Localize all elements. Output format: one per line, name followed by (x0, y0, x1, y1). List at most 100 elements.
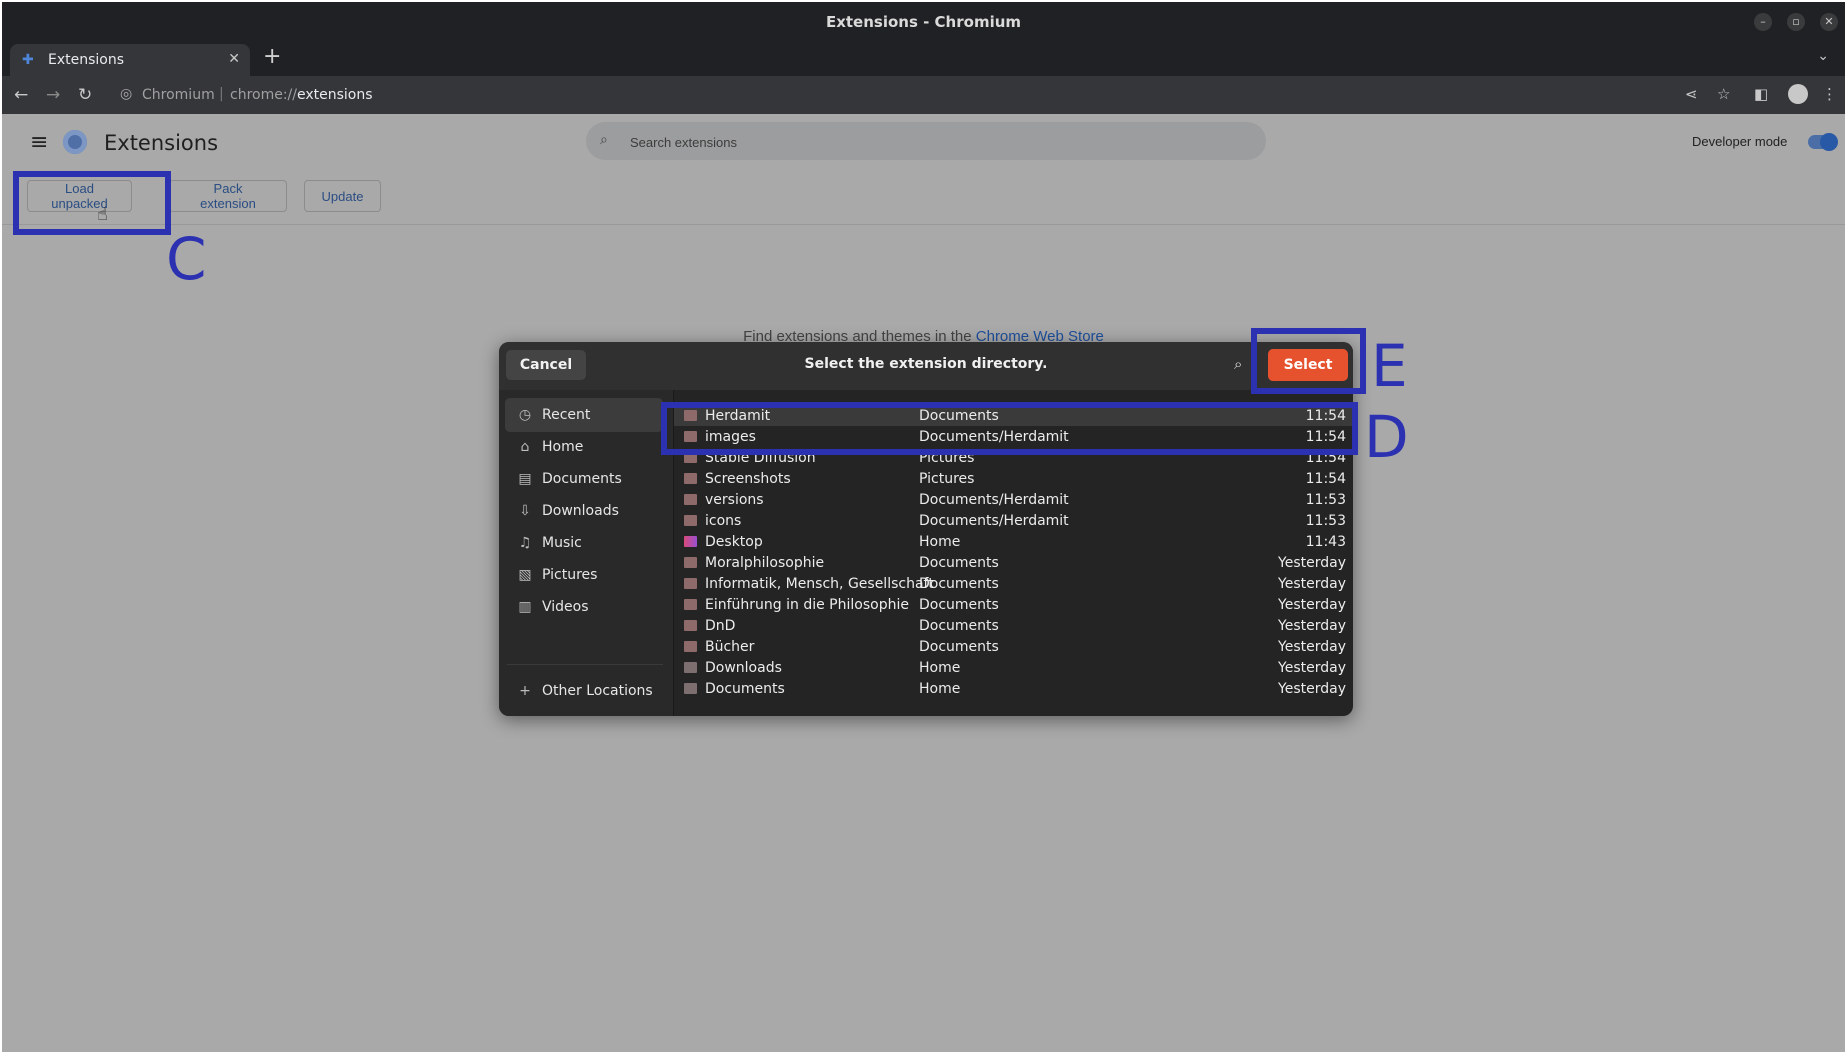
place-label: Recent (542, 407, 591, 423)
url-host: extensions (297, 87, 373, 103)
new-tab-icon[interactable]: + (263, 44, 281, 69)
file-row[interactable]: Downloads Home Yesterday (674, 657, 1353, 678)
annotation-label-d: D (1364, 403, 1409, 471)
developer-mode-label: Developer mode (1692, 134, 1788, 149)
profile-avatar[interactable] (1788, 84, 1808, 104)
places-sidebar: ◷ Recent ⌂ Home ▤ Documents ⇩ Downloads … (499, 390, 674, 716)
file-location: Documents (919, 576, 999, 592)
reload-icon[interactable]: ↻ (78, 85, 92, 105)
window-title: Extensions - Chromium (825, 13, 1022, 31)
file-name: Desktop (705, 534, 763, 550)
extensions-toolbar: Load unpacked Pack extension Update (2, 170, 1845, 225)
annotation-label-e: E (1371, 332, 1408, 400)
file-name: icons (705, 513, 742, 529)
site-info-icon[interactable]: ◎ (120, 86, 132, 102)
address-separator: | (219, 86, 224, 102)
bookmark-star-icon[interactable]: ☆ (1717, 85, 1730, 103)
folder-icon (684, 599, 697, 610)
search-icon[interactable]: ⌕ (1234, 355, 1242, 373)
hamburger-menu-icon[interactable]: ≡ (30, 130, 48, 155)
page-title: Extensions (104, 131, 219, 155)
file-time: 11:54 (1305, 471, 1346, 487)
file-name: Moralphilosophie (705, 555, 825, 571)
file-row[interactable]: Documents Home Yesterday (674, 678, 1353, 699)
tab-extensions[interactable]: ✚ Extensions ✕ (10, 44, 250, 76)
document-icon: ▤ (518, 471, 532, 487)
file-row[interactable]: Moralphilosophie Documents Yesterday (674, 552, 1353, 573)
file-row[interactable]: Einführung in die Philosophie Documents … (674, 594, 1353, 615)
chromium-logo-icon (63, 130, 87, 154)
place-label: Videos (542, 599, 589, 615)
place-label: Pictures (542, 567, 598, 583)
address-bar[interactable]: ◎ Chromium | chrome://extensions (116, 81, 1676, 109)
file-location: Home (919, 660, 961, 676)
place-pictures[interactable]: ▧ Pictures (505, 558, 663, 592)
back-icon[interactable]: ← (14, 85, 28, 105)
download-icon: ⇩ (519, 503, 531, 519)
file-location: Documents (919, 555, 999, 571)
place-videos[interactable]: ▥ Videos (505, 590, 663, 624)
clock-icon: ◷ (518, 407, 532, 423)
file-chooser-dialog: Cancel Select the extension directory. ⌕… (499, 342, 1353, 716)
developer-mode-toggle[interactable] (1808, 133, 1838, 151)
plus-icon: + (519, 683, 531, 699)
share-icon[interactable]: ⋖ (1685, 85, 1698, 103)
tab-label: Extensions (48, 52, 125, 68)
file-row[interactable]: versions Documents/Herdamit 11:53 (674, 489, 1353, 510)
file-time: Yesterday (1278, 555, 1346, 571)
menu-dots-icon[interactable]: ⋮ (1822, 85, 1837, 103)
toggle-knob (1820, 133, 1838, 151)
file-location: Documents/Herdamit (919, 492, 1069, 508)
folder-icon (684, 557, 697, 568)
chevron-down-icon[interactable]: ⌄ (1817, 48, 1829, 64)
file-time: 11:53 (1305, 492, 1346, 508)
file-row[interactable]: Bücher Documents Yesterday (674, 636, 1353, 657)
restore-icon[interactable]: ▫ (1787, 13, 1805, 31)
minimize-icon[interactable]: – (1754, 13, 1772, 31)
tab-close-icon[interactable]: ✕ (228, 51, 240, 67)
sidebar-divider (507, 664, 663, 665)
search-extensions-box[interactable]: ⌕ (586, 122, 1266, 160)
address-url[interactable]: chrome://extensions (230, 87, 373, 103)
file-name: Bücher (705, 639, 755, 655)
place-recent[interactable]: ◷ Recent (505, 398, 663, 432)
file-name: Downloads (705, 660, 782, 676)
picture-icon: ▧ (518, 567, 532, 583)
annotation-label-c: C (166, 225, 207, 293)
file-row[interactable]: DnD Documents Yesterday (674, 615, 1353, 636)
url-prefix: chrome:// (230, 87, 297, 103)
dialog-header: Cancel Select the extension directory. ⌕… (499, 342, 1353, 390)
place-other-locations[interactable]: + Other Locations (505, 674, 663, 708)
place-downloads[interactable]: ⇩ Downloads (505, 494, 663, 528)
file-name: Informatik, Mensch, Gesellschaft (705, 576, 934, 592)
file-time: Yesterday (1278, 576, 1346, 592)
music-icon: ♫ (518, 535, 532, 551)
close-window-icon[interactable]: ✕ (1820, 13, 1838, 31)
update-button[interactable]: Update (304, 180, 381, 212)
folder-icon (684, 473, 697, 484)
place-home[interactable]: ⌂ Home (505, 430, 663, 464)
file-time: Yesterday (1278, 660, 1346, 676)
browser-toolbar: ← → ↻ ◎ Chromium | chrome://extensions ⋖… (2, 76, 1845, 114)
file-name: versions (705, 492, 764, 508)
place-music[interactable]: ♫ Music (505, 526, 663, 560)
file-row[interactable]: Desktop Home 11:43 (674, 531, 1353, 552)
title-bar: Extensions - Chromium – ▫ ✕ (2, 2, 1845, 40)
side-panel-icon[interactable]: ◧ (1754, 85, 1768, 103)
annotation-box-c (13, 171, 171, 235)
place-documents[interactable]: ▤ Documents (505, 462, 663, 496)
pack-extension-button[interactable]: Pack extension (169, 180, 287, 212)
place-label: Music (542, 535, 582, 551)
folder-icon (684, 641, 697, 652)
folder-icon (684, 620, 697, 631)
file-row[interactable]: icons Documents/Herdamit 11:53 (674, 510, 1353, 531)
file-time: Yesterday (1278, 618, 1346, 634)
file-location: Documents (919, 618, 999, 634)
file-location: Documents (919, 639, 999, 655)
file-row[interactable]: Screenshots Pictures 11:54 (674, 468, 1353, 489)
search-input[interactable] (628, 131, 1232, 153)
home-icon: ⌂ (520, 439, 530, 455)
forward-icon[interactable]: → (46, 85, 60, 105)
video-icon: ▥ (518, 599, 532, 615)
file-row[interactable]: Informatik, Mensch, Gesellschaft Documen… (674, 573, 1353, 594)
